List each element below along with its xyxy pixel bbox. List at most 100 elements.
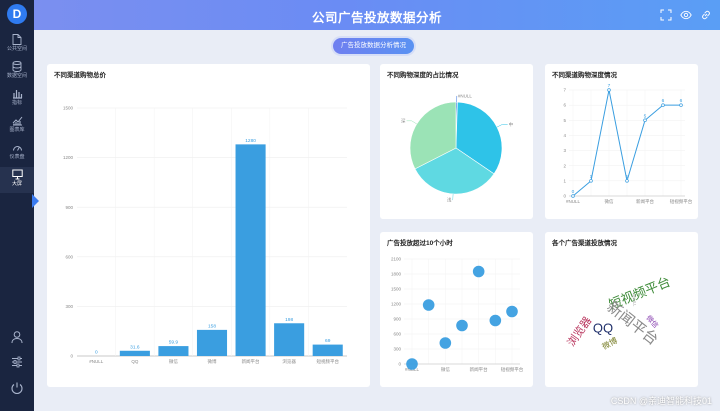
scatter-chart-card: 广告投放超过10个小时 03006009001200150018002100#N… [380, 232, 533, 387]
pie-chart-card: 不同购物深度的占比情况 #NULL 中浅深 [380, 64, 533, 219]
database-icon [12, 61, 22, 72]
line-value-label: 6 [662, 98, 665, 104]
y-tick-label: 2100 [391, 257, 402, 262]
eye-icon[interactable] [680, 9, 692, 21]
scatter-point [439, 337, 452, 349]
bar-chart-icon [12, 90, 22, 99]
fullscreen-icon[interactable] [660, 9, 672, 21]
y-tick-label: 5 [563, 118, 566, 123]
bar [158, 346, 189, 356]
word-cloud-word: QQ [593, 320, 613, 335]
scatter-point [422, 299, 435, 311]
scatter-point [406, 358, 418, 370]
y-tick-label: 6 [563, 103, 566, 108]
y-tick-label: 7 [563, 88, 566, 93]
line-value-label: 0 [572, 189, 575, 195]
line-chart: 0 1 2 3 4 5 6 7 #NULL 微信 新闻平台 短视频平台 0 1 7 1 5 6 6 [563, 83, 693, 205]
line-value-label: 1 [626, 174, 629, 180]
x-tick-label: 新闻平台 [636, 198, 654, 205]
sidebar-item-label: 大屏 [11, 181, 22, 187]
gauge-icon [12, 146, 22, 151]
scatter-point [472, 265, 485, 278]
line-chart-card: 不同渠道购物深度情况 0 1 2 3 4 5 6 7 #NULL 微信 新闻平台 短视频平台 0 1 7 1 5… [545, 64, 698, 219]
line-point [571, 194, 575, 198]
y-tick-label: 0 [398, 362, 401, 367]
pie-label-line [496, 124, 508, 128]
page-title: 公司广告投放数据分析 [311, 11, 442, 25]
bar-value-label: 1280 [245, 138, 256, 144]
y-tick-label: 1200 [63, 155, 74, 160]
top-header: 公司广告投放数据分析 [34, 0, 720, 30]
x-tick-label: 微信 [169, 358, 178, 365]
x-tick-label: 新闻平台 [242, 358, 260, 365]
app-logo[interactable]: D [7, 4, 27, 24]
line-point [679, 103, 683, 107]
y-tick-label: 4 [563, 133, 566, 138]
section-pill: 广告投放数据分析情况 [333, 38, 414, 54]
sidebar-item-big-screen[interactable]: 大屏 [0, 167, 34, 193]
sidebar-item-chart-library[interactable]: 图表库 [0, 113, 34, 139]
y-tick-label: 1200 [391, 302, 402, 307]
bar-value-label: 0 [95, 350, 98, 356]
document-icon [12, 34, 22, 45]
x-tick-label: #NULL [566, 199, 581, 204]
line-value-label: 7 [608, 83, 611, 89]
line-value-label: 6 [680, 98, 683, 104]
word-cloud-word: 微博 [600, 335, 619, 351]
x-tick-label: 短视频平台 [670, 198, 693, 205]
line-point [625, 179, 629, 183]
link-icon[interactable] [700, 9, 712, 21]
scatter-point [489, 314, 502, 327]
y-tick-label: 1500 [391, 287, 402, 292]
left-sidebar: D 公共空间 数据空间 指标 图表库 仪表盘 大屏 [0, 0, 39, 411]
y-tick-label: 0 [70, 354, 73, 359]
pie-label-line [452, 193, 454, 201]
sliders-icon[interactable] [10, 355, 24, 369]
x-tick-label: 短视频平台 [316, 358, 339, 365]
y-tick-label: 1 [563, 178, 566, 183]
sidebar-item-label: 仪表盘 [9, 154, 25, 160]
x-tick-label: 新闻平台 [470, 366, 488, 373]
word-cloud: 短视频平台新闻平台浏览器QQ 微信微博#NULL [564, 274, 673, 352]
y-tick-label: 300 [393, 347, 401, 352]
y-tick-label: 1800 [391, 272, 402, 277]
x-tick-label: 微信 [441, 366, 450, 373]
y-tick-label: 0 [563, 194, 566, 199]
pie-label-line [406, 120, 417, 125]
bar-value-label: 69 [325, 338, 331, 344]
y-tick-label: 3 [563, 148, 566, 153]
pie-slice-label: 浅 [447, 196, 452, 202]
bar-chart-card: 不同渠道购物总价 0 300 600 900 1200 1500 0 #NULL 31.6 QQ 5… [47, 64, 370, 387]
bar-value-label: 198 [285, 317, 293, 323]
line-point [661, 103, 665, 107]
sidebar-item-label: 指标 [11, 100, 22, 106]
bar-value-label: 158 [208, 323, 216, 329]
line-value-label: 1 [590, 174, 593, 180]
bar [119, 350, 150, 356]
scatter-chart: 03006009001200150018002100#NULL微信新闻平台短视频… [391, 257, 524, 373]
x-tick-label: 微信 [605, 198, 614, 205]
user-icon[interactable] [10, 330, 24, 344]
sidebar-item-metrics[interactable]: 指标 [0, 86, 34, 112]
line-point [607, 88, 611, 92]
bar [196, 329, 228, 356]
scatter-point [506, 305, 518, 318]
sidebar-item-dashboard[interactable]: 仪表盘 [0, 140, 34, 166]
y-tick-label: 1500 [63, 106, 74, 111]
sidebar-item-public-space[interactable]: 公共空间 [0, 32, 34, 58]
x-tick-label: QQ [131, 359, 139, 364]
x-tick-label: 浏览器 [282, 358, 296, 365]
chart-library-icon [12, 116, 22, 126]
pie-slice-label: 深 [401, 117, 406, 124]
bar [274, 323, 305, 356]
y-tick-label: 2 [563, 163, 566, 168]
active-indicator-arrow [32, 194, 39, 208]
line-point [643, 118, 647, 123]
y-tick-label: 600 [65, 254, 73, 259]
line-point [589, 179, 593, 183]
power-icon[interactable] [10, 381, 24, 395]
sidebar-item-label: 图表库 [9, 127, 25, 133]
sidebar-item-data-space[interactable]: 数据空间 [0, 59, 34, 85]
sidebar-item-label: 公共空间 [6, 46, 27, 52]
bar-chart: 0 300 600 900 1200 1500 0 #NULL 31.6 QQ 59.9 微信 158 微… [63, 106, 347, 365]
